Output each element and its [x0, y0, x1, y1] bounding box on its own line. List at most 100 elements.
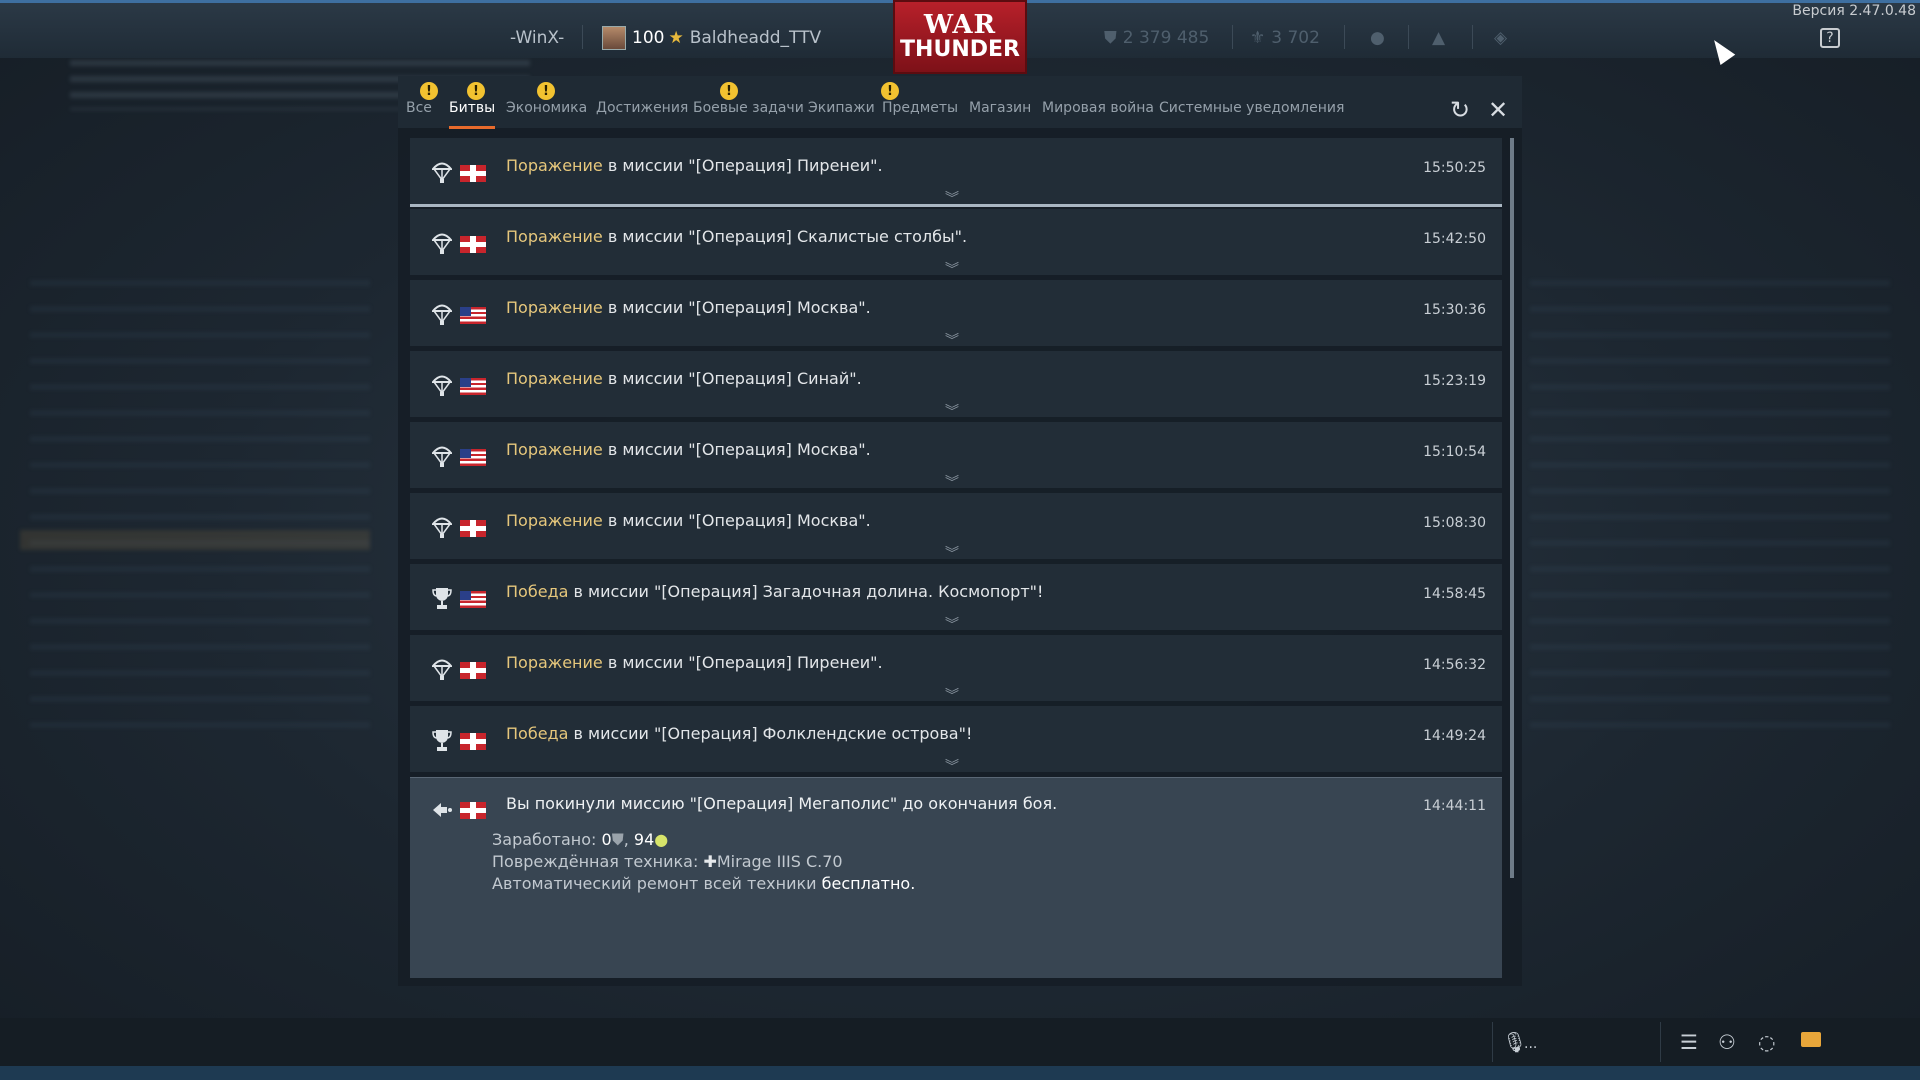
notification-text: Поражение в миссии "[Операция] Москва".	[506, 298, 871, 317]
flag-germany-icon	[460, 520, 486, 537]
tab-crews[interactable]: Экипажи	[808, 100, 875, 126]
chevron-down-icon[interactable]: ︾	[945, 401, 959, 421]
notification-row[interactable]: Поражение в миссии "[Операция] Москва". …	[410, 280, 1502, 349]
chevron-down-icon[interactable]: ︾	[945, 756, 959, 776]
coupon-icon[interactable]: ◈	[1494, 21, 1507, 55]
leave-battle-icon	[433, 803, 452, 817]
notification-row[interactable]: Поражение в миссии "[Операция] Скалистые…	[410, 209, 1502, 278]
chevron-down-icon[interactable]: ︾	[945, 259, 959, 279]
avatar	[602, 26, 626, 50]
parachute-icon	[432, 375, 452, 396]
premium-icon[interactable]: ▲	[1432, 21, 1445, 55]
trophy-icon	[432, 588, 452, 609]
help-button[interactable]: ?	[1820, 28, 1840, 48]
parachute-icon	[432, 446, 452, 467]
notification-time: 15:23:19	[1423, 373, 1486, 389]
notification-time: 14:58:45	[1423, 586, 1486, 602]
notification-row[interactable]: Поражение в миссии "[Операция] Пиренеи".…	[410, 138, 1502, 207]
background-grid-left	[20, 280, 370, 740]
tab-economy[interactable]: Экономика	[506, 100, 587, 126]
notification-text: Поражение в миссии "[Операция] Скалистые…	[506, 227, 968, 246]
notification-row[interactable]: Поражение в миссии "[Операция] Москва". …	[410, 493, 1502, 562]
silver-lions-icon: ⛊	[611, 830, 624, 849]
notification-time: 14:49:24	[1423, 728, 1486, 744]
chevron-down-icon[interactable]: ︾	[945, 472, 959, 492]
tab-achievements[interactable]: Достижения	[596, 100, 688, 126]
parachute-icon	[432, 162, 452, 183]
notification-text: Поражение в миссии "[Операция] Синай".	[506, 369, 862, 388]
notification-row-expanded[interactable]: Вы покинули миссию "[Операция] Мегаполис…	[410, 777, 1502, 978]
notification-row[interactable]: Поражение в миссии "[Операция] Москва". …	[410, 422, 1502, 491]
tab-world-war[interactable]: Мировая война	[1042, 100, 1154, 126]
notifications-window: ! Все ! Битвы ! Экономика Достижения ! Б…	[398, 76, 1522, 986]
tab-store[interactable]: Магазин	[969, 100, 1031, 126]
notification-time: 15:42:50	[1423, 231, 1486, 247]
tab-battles[interactable]: Битвы	[449, 100, 496, 129]
notification-text: Поражение в миссии "[Операция] Пиренеи".	[506, 156, 883, 175]
alert-icon: !	[467, 82, 485, 100]
chevron-down-icon[interactable]: ︾	[945, 330, 959, 350]
notification-time: 15:08:30	[1423, 515, 1486, 531]
notification-row[interactable]: Победа в миссии "[Операция] Загадочная д…	[410, 564, 1502, 633]
mail-icon[interactable]	[1801, 1032, 1821, 1047]
tab-all[interactable]: Все	[406, 100, 432, 126]
notification-text: Победа в миссии "[Операция] Загадочная д…	[506, 582, 1044, 601]
player-username: Baldheadd_TTV	[689, 28, 822, 48]
player-profile[interactable]: 100 ★ Baldheadd_TTV	[602, 21, 821, 55]
golden-eagles-balance[interactable]: ⚜ 3 702	[1250, 21, 1320, 55]
notification-text: Поражение в миссии "[Операция] Пиренеи".	[506, 653, 883, 672]
flag-germany-icon	[460, 733, 486, 750]
bottom-bar: 🎙 ... ☰ ⚇ ◌	[0, 1018, 1920, 1066]
silver-lions-icon: ⛊	[1104, 28, 1117, 48]
notification-time: 15:50:25	[1423, 160, 1486, 176]
trophy-icon	[432, 730, 452, 751]
parachute-icon	[432, 659, 452, 680]
squadron-tag[interactable]: -WinX-	[510, 21, 564, 55]
logo-line-1: WAR	[923, 10, 997, 40]
tab-items[interactable]: Предметы	[882, 100, 958, 126]
contacts-icon[interactable]: ⚇	[1718, 1030, 1736, 1054]
chevron-down-icon[interactable]: ︾	[945, 188, 959, 208]
war-thunder-logo[interactable]: WAR THUNDER	[893, 0, 1027, 74]
notification-text: Вы покинули миссию "[Операция] Мегаполис…	[506, 794, 1058, 813]
chevron-down-icon[interactable]: ︾	[945, 543, 959, 563]
notification-time: 15:30:36	[1423, 302, 1486, 318]
background-grid-right	[1530, 280, 1890, 740]
repair-icon: ✚	[703, 852, 717, 871]
golden-eagles-icon: ⚜	[1250, 28, 1266, 48]
silver-lions-balance[interactable]: ⛊ 2 379 485	[1104, 21, 1209, 55]
flag-usa-icon	[460, 591, 486, 608]
close-icon[interactable]: ✕	[1488, 96, 1508, 124]
list-icon[interactable]: ☰	[1680, 1030, 1698, 1054]
research-icon[interactable]: ●	[1370, 21, 1385, 55]
notification-row[interactable]: Победа в миссии "[Операция] Фолклендские…	[410, 706, 1502, 775]
alert-icon: !	[881, 82, 899, 100]
tab-battle-tasks[interactable]: Боевые задачи	[693, 100, 804, 126]
chevron-down-icon[interactable]: ︾	[945, 614, 959, 634]
parachute-icon	[432, 517, 452, 538]
chevron-down-icon[interactable]: ︾	[945, 685, 959, 705]
flag-germany-icon	[460, 802, 486, 819]
flag-germany-icon	[460, 165, 486, 182]
parachute-icon	[432, 233, 452, 254]
alert-icon: !	[420, 82, 438, 100]
flag-usa-icon	[460, 449, 486, 466]
list-scrollbar[interactable]	[1510, 138, 1514, 878]
notification-time: 14:44:11	[1423, 798, 1486, 814]
notification-row[interactable]: Поражение в миссии "[Операция] Синай". 1…	[410, 351, 1502, 420]
earned-line: Заработано: 0⛊, 94●	[492, 830, 669, 849]
tab-system-notifications[interactable]: Системные уведомления	[1159, 100, 1344, 126]
research-points-icon: ●	[654, 830, 669, 849]
notification-tabs: ! Все ! Битвы ! Экономика Достижения ! Б…	[398, 76, 1522, 129]
notification-row[interactable]: Поражение в миссии "[Операция] Пиренеи".…	[410, 635, 1502, 704]
rank-star-icon: ★	[668, 28, 684, 48]
flag-usa-icon	[460, 378, 486, 395]
refresh-icon[interactable]: ↻	[1450, 96, 1470, 124]
player-rank: 100	[632, 28, 665, 48]
golden-eagles-value: 3 702	[1271, 28, 1320, 48]
silver-lions-value: 2 379 485	[1122, 28, 1210, 48]
chat-icon[interactable]: ◌	[1758, 1030, 1775, 1054]
logo-line-2: THUNDER	[900, 37, 1020, 62]
bottom-strip	[0, 1066, 1920, 1080]
notifications-list: Поражение в миссии "[Операция] Пиренеи".…	[410, 138, 1502, 978]
